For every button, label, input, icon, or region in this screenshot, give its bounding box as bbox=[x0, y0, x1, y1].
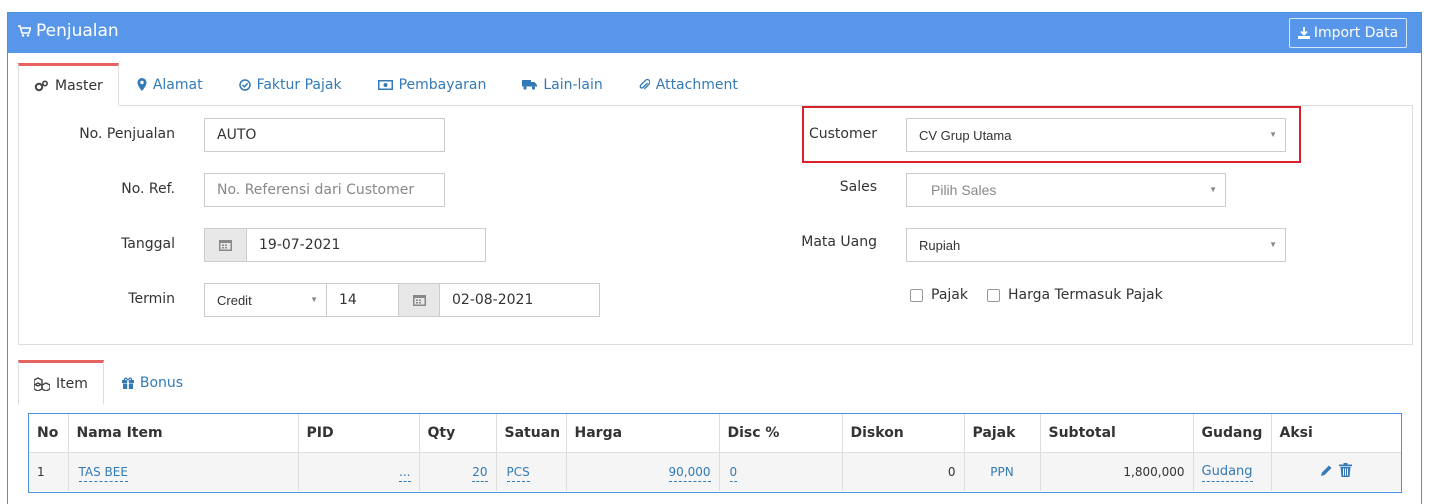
column-header: Aksi bbox=[1279, 424, 1313, 441]
customer-label: Customer bbox=[808, 126, 877, 142]
column-header: Satuan bbox=[496, 414, 567, 452]
tab-master[interactable]: Master bbox=[18, 63, 119, 106]
pajak-checkbox[interactable] bbox=[910, 288, 923, 302]
no-ref-label: No. Ref. bbox=[121, 181, 175, 197]
termin-due-date-input[interactable]: 02-08-2021 bbox=[439, 283, 600, 317]
harga-termasuk-pajak-checkbox-group[interactable]: Harga Termasuk Pajak bbox=[987, 287, 1163, 303]
mata-uang-value: Rupiah bbox=[919, 237, 961, 253]
item-table: No Nama Item PID Qty Satuan Harga Disc %… bbox=[28, 413, 1402, 493]
termin-label: Termin bbox=[128, 291, 175, 307]
mata-uang-label: Mata Uang bbox=[801, 234, 877, 250]
due-calendar-addon[interactable] bbox=[398, 283, 440, 317]
import-data-button[interactable]: Import Data bbox=[1289, 18, 1407, 48]
money-icon bbox=[377, 79, 393, 90]
table-row: 1 TAS BEE ... 20 PCS 90,000 0 0 PPN 1,80… bbox=[29, 451, 1401, 491]
tab-lain-lain[interactable]: Lain-lain bbox=[504, 63, 620, 106]
panel-title-text: Penjualan bbox=[36, 21, 119, 41]
panel-title: Penjualan bbox=[18, 21, 119, 41]
tab-label: Faktur Pajak bbox=[256, 76, 342, 93]
paperclip-icon bbox=[639, 78, 650, 90]
cell-satuan[interactable]: PCS bbox=[506, 464, 530, 482]
panel-header: Penjualan Import Data bbox=[8, 13, 1421, 53]
pajak-checkbox-group[interactable]: Pajak bbox=[910, 287, 968, 303]
customer-select[interactable]: CV Grup Utama ▼ bbox=[906, 118, 1286, 152]
cell-diskon: 0 bbox=[842, 451, 965, 491]
gears-icon bbox=[34, 79, 49, 91]
tab-item[interactable]: Item bbox=[18, 360, 104, 405]
form-tabs: Master Alamat Faktur Pajak Pembayaran La… bbox=[18, 63, 756, 106]
tab-faktur-pajak[interactable]: Faktur Pajak bbox=[221, 63, 360, 106]
chevron-down-icon: ▼ bbox=[1269, 240, 1277, 249]
customer-value: CV Grup Utama bbox=[919, 127, 1012, 143]
column-header: No bbox=[29, 414, 69, 452]
cell-no: 1 bbox=[29, 451, 69, 491]
column-header: Diskon bbox=[842, 414, 965, 452]
cell-disc[interactable]: 0 bbox=[729, 464, 738, 482]
penjualan-panel: Penjualan Import Data Master Alamat Fakt… bbox=[7, 12, 1422, 504]
column-header: Pajak bbox=[964, 414, 1041, 452]
calendar-icon bbox=[219, 240, 232, 251]
table-header-row: No Nama Item PID Qty Satuan Harga Disc %… bbox=[29, 414, 1401, 452]
master-tab-content: No. Penjualan AUTO No. Ref. No. Referens… bbox=[18, 105, 1413, 345]
tab-pembayaran[interactable]: Pembayaran bbox=[360, 63, 505, 106]
column-header: Disc % bbox=[719, 414, 843, 452]
column-header: Qty bbox=[419, 414, 497, 452]
tab-label: Master bbox=[55, 77, 103, 94]
chevron-down-icon: ▼ bbox=[1269, 130, 1277, 139]
sales-label: Sales bbox=[839, 179, 877, 195]
harga-termasuk-pajak-checkbox[interactable] bbox=[987, 288, 1000, 302]
termin-type-value: Credit bbox=[217, 292, 252, 308]
no-penjualan-label: No. Penjualan bbox=[79, 126, 175, 142]
cell-harga[interactable]: 90,000 bbox=[668, 464, 711, 482]
pajak-label: Pajak bbox=[931, 287, 968, 303]
truck-icon bbox=[522, 80, 538, 90]
sales-placeholder: Pilih Sales bbox=[931, 182, 997, 198]
cart-icon bbox=[18, 25, 31, 37]
chevron-down-icon: ▼ bbox=[1209, 185, 1217, 194]
download-icon bbox=[1297, 27, 1310, 39]
tab-attachment[interactable]: Attachment bbox=[621, 63, 756, 106]
tab-label: Pembayaran bbox=[398, 76, 487, 93]
pencil-icon[interactable] bbox=[1320, 464, 1333, 477]
tab-label: Item bbox=[56, 375, 88, 392]
column-header: Nama Item bbox=[68, 414, 299, 452]
cell-pid[interactable]: ... bbox=[399, 464, 411, 482]
column-header: PID bbox=[298, 414, 420, 452]
cell-pajak[interactable]: PPN bbox=[964, 451, 1041, 491]
trash-icon[interactable] bbox=[1339, 463, 1353, 478]
cell-nama-item[interactable]: TAS BEE bbox=[78, 464, 128, 482]
sales-select[interactable]: Pilih Sales ▼ bbox=[906, 173, 1226, 207]
calendar-addon[interactable] bbox=[204, 228, 247, 262]
tab-label: Lain-lain bbox=[543, 76, 603, 93]
harga-termasuk-pajak-label: Harga Termasuk Pajak bbox=[1008, 287, 1163, 303]
no-ref-input[interactable]: No. Referensi dari Customer bbox=[204, 173, 445, 207]
calendar-icon bbox=[412, 295, 426, 306]
column-header: Subtotal bbox=[1040, 414, 1194, 452]
termin-type-select[interactable]: Credit ▼ bbox=[204, 283, 327, 317]
cell-gudang[interactable]: Gudang bbox=[1201, 464, 1253, 483]
column-header: Gudang bbox=[1193, 414, 1272, 452]
item-tabs: Item Bonus bbox=[18, 360, 201, 405]
tab-bonus[interactable]: Bonus bbox=[104, 360, 201, 405]
tab-label: Attachment bbox=[655, 76, 738, 93]
check-circle-icon bbox=[238, 78, 251, 91]
column-header: Harga bbox=[566, 414, 720, 452]
gift-icon bbox=[121, 377, 134, 389]
cubes-icon bbox=[34, 376, 50, 391]
cell-qty[interactable]: 20 bbox=[472, 464, 488, 482]
cell-aksi bbox=[1271, 451, 1401, 491]
tab-alamat[interactable]: Alamat bbox=[119, 63, 221, 106]
tanggal-input[interactable]: 19-07-2021 bbox=[246, 228, 486, 262]
termin-days-input[interactable]: 14 bbox=[326, 283, 399, 317]
map-marker-icon bbox=[137, 78, 147, 91]
cell-subtotal: 1,800,000 bbox=[1040, 451, 1194, 491]
tanggal-label: Tanggal bbox=[121, 236, 175, 252]
mata-uang-select[interactable]: Rupiah ▼ bbox=[906, 228, 1286, 262]
tab-label: Bonus bbox=[139, 374, 184, 391]
chevron-down-icon: ▼ bbox=[310, 295, 318, 304]
import-data-label: Import Data bbox=[1313, 25, 1399, 41]
tab-label: Alamat bbox=[152, 76, 203, 93]
no-penjualan-input[interactable]: AUTO bbox=[204, 118, 445, 152]
